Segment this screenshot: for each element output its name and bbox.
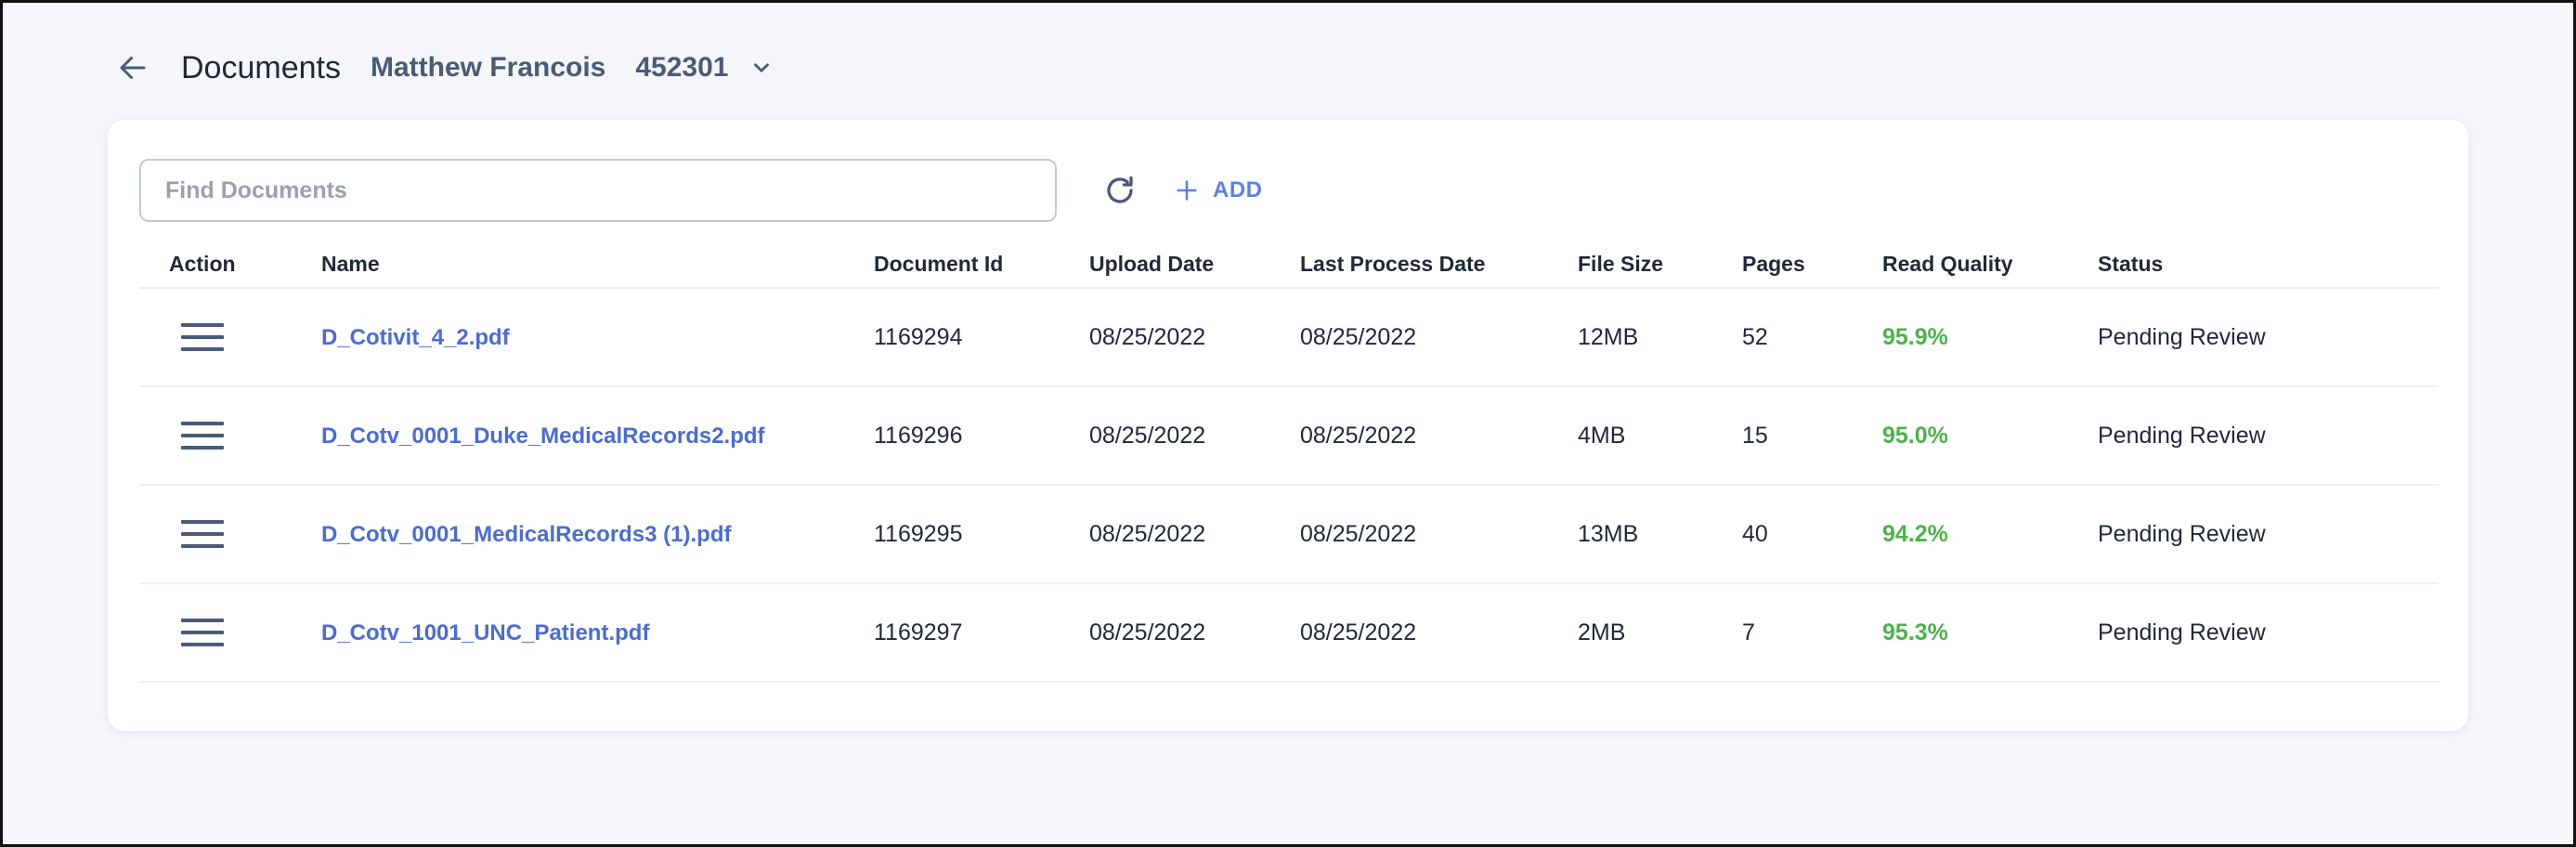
action-cell	[139, 485, 321, 584]
status-cell: Pending Review	[2098, 288, 2439, 387]
column-header-name[interactable]: Name	[321, 241, 874, 289]
column-header-status[interactable]: Status	[2098, 241, 2439, 289]
documents-toolbar: ADD	[139, 159, 1263, 222]
patient-name: Matthew Francois	[370, 52, 606, 83]
table-row: D_Cotv_0001_Duke_MedicalRecords2.pdf 116…	[139, 386, 2439, 486]
search-input[interactable]	[139, 159, 1057, 222]
last-process-date-cell: 08/25/2022	[1300, 288, 1578, 387]
refresh-button[interactable]	[1092, 163, 1148, 218]
table-row: D_Cotivit_4_2.pdf 1169294 08/25/2022 08/…	[139, 288, 2439, 387]
table-row: D_Cotv_1001_UNC_Patient.pdf 1169297 08/2…	[139, 583, 2439, 683]
table-row: D_Cotv_0001_MedicalRecords3 (1).pdf 1169…	[139, 485, 2439, 584]
hamburger-menu-icon[interactable]	[181, 420, 224, 451]
hamburger-menu-icon[interactable]	[181, 518, 224, 550]
page-header: Documents Matthew Francois 452301	[105, 40, 780, 96]
last-process-date-cell: 08/25/2022	[1300, 485, 1578, 584]
column-header-read-quality[interactable]: Read Quality	[1882, 241, 2098, 289]
read-quality-cell: 95.3%	[1882, 583, 2098, 683]
pages-cell: 7	[1742, 583, 1882, 683]
document-name-link[interactable]: D_Cotivit_4_2.pdf	[321, 325, 510, 350]
pages-cell: 40	[1742, 485, 1882, 584]
back-button[interactable]	[105, 40, 161, 96]
document-name-link[interactable]: D_Cotv_0001_Duke_MedicalRecords2.pdf	[321, 424, 765, 449]
status-cell: Pending Review	[2098, 485, 2439, 584]
action-cell	[139, 288, 321, 387]
upload-date-cell: 08/25/2022	[1089, 288, 1300, 387]
column-header-upload-date[interactable]: Upload Date	[1089, 241, 1300, 289]
patient-dropdown-button[interactable]	[743, 49, 780, 86]
document-id-cell: 1169295	[874, 485, 1089, 584]
file-size-cell: 2MB	[1578, 583, 1742, 683]
action-cell	[139, 583, 321, 683]
documents-table: Action Name Document Id Upload Date Last…	[139, 241, 2439, 683]
action-cell	[139, 386, 321, 486]
read-quality-cell: 95.9%	[1882, 288, 2098, 387]
page-title: Documents	[181, 49, 341, 85]
plus-icon	[1174, 177, 1200, 203]
upload-date-cell: 08/25/2022	[1089, 386, 1300, 486]
file-size-cell: 4MB	[1578, 386, 1742, 486]
last-process-date-cell: 08/25/2022	[1300, 386, 1578, 486]
last-process-date-cell: 08/25/2022	[1300, 583, 1578, 683]
document-name-link[interactable]: D_Cotv_0001_MedicalRecords3 (1).pdf	[321, 522, 732, 547]
upload-date-cell: 08/25/2022	[1089, 583, 1300, 683]
file-size-cell: 13MB	[1578, 485, 1742, 584]
chevron-down-icon	[754, 63, 770, 72]
read-quality-cell: 95.0%	[1882, 386, 2098, 486]
status-cell: Pending Review	[2098, 583, 2439, 683]
column-header-file-size[interactable]: File Size	[1578, 241, 1742, 289]
table-header-row: Action Name Document Id Upload Date Last…	[139, 241, 2439, 289]
read-quality-cell: 94.2%	[1882, 485, 2098, 584]
hamburger-menu-icon[interactable]	[181, 617, 224, 648]
refresh-icon	[1107, 176, 1133, 203]
pages-cell: 52	[1742, 288, 1882, 387]
document-id-cell: 1169294	[874, 288, 1089, 387]
column-header-pages[interactable]: Pages	[1742, 241, 1882, 289]
file-size-cell: 12MB	[1578, 288, 1742, 387]
column-header-action: Action	[139, 241, 321, 289]
arrow-left-icon	[120, 57, 146, 79]
documents-card: ADD Action Name Document Id Upload Date …	[108, 120, 2468, 731]
hamburger-menu-icon[interactable]	[181, 321, 224, 353]
pages-cell: 15	[1742, 386, 1882, 486]
column-header-last-process-date[interactable]: Last Process Date	[1300, 241, 1578, 289]
add-document-button[interactable]: ADD	[1174, 177, 1263, 203]
patient-id: 452301	[635, 52, 729, 83]
column-header-document-id[interactable]: Document Id	[874, 241, 1089, 289]
document-id-cell: 1169296	[874, 386, 1089, 486]
document-id-cell: 1169297	[874, 583, 1089, 683]
upload-date-cell: 08/25/2022	[1089, 485, 1300, 584]
status-cell: Pending Review	[2098, 386, 2439, 486]
document-name-link[interactable]: D_Cotv_1001_UNC_Patient.pdf	[321, 620, 649, 645]
add-button-label: ADD	[1213, 177, 1263, 202]
